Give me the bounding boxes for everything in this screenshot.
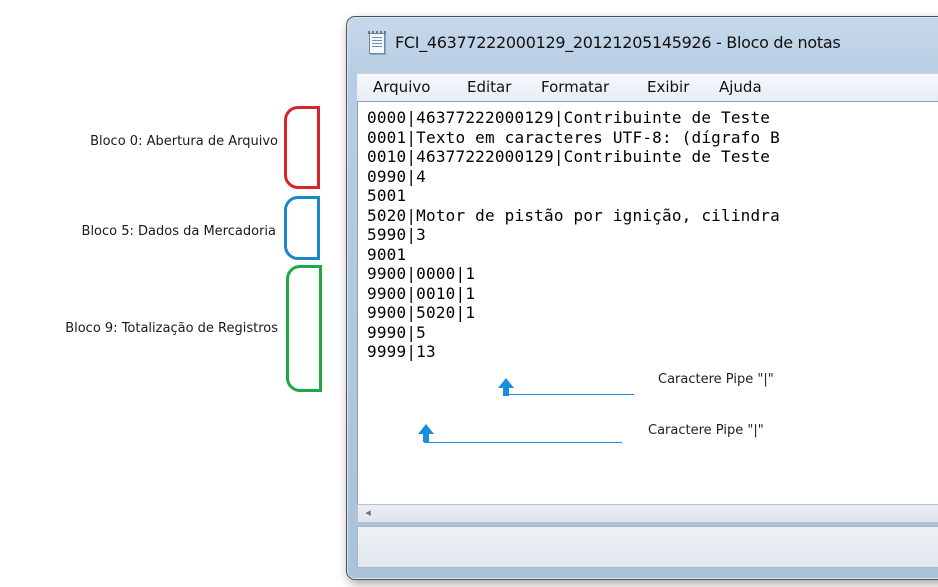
notepad-window: FCI_46377222000129_20121205145926 - Bloc…: [346, 16, 938, 580]
text-line: 0000|46377222000129|Contribuinte de Test…: [367, 108, 771, 127]
pointer-line: [424, 442, 622, 443]
arrow-up-icon: [498, 378, 514, 388]
text-edit-area[interactable]: 0000|46377222000129|Contribuinte de Test…: [357, 101, 938, 505]
text-line: 0010|46377222000129|Contribuinte de Test…: [367, 147, 771, 166]
text-line: 9001: [367, 244, 407, 264]
text-line: 5990|3: [367, 225, 426, 244]
horizontal-scrollbar[interactable]: ◂: [357, 504, 938, 523]
menu-formatar[interactable]: Formatar: [541, 78, 609, 96]
text-line: 0990|4: [367, 166, 426, 186]
arrow-up-icon: [418, 424, 434, 434]
notepad-icon[interactable]: [368, 31, 386, 54]
bloco9-annotation: Bloco 9: Totalização de Registros: [65, 321, 278, 336]
bloco5-bracket: [284, 196, 320, 260]
title-bar[interactable]: FCI_46377222000129_20121205145926 - Bloc…: [347, 17, 938, 67]
pointer-line: [504, 394, 634, 395]
menu-exibir[interactable]: Exibir: [647, 78, 689, 96]
window-title: FCI_46377222000129_20121205145926 - Bloc…: [395, 33, 841, 52]
menu-arquivo[interactable]: Arquivo: [373, 78, 430, 96]
menu-bar: Arquivo Editar Formatar Exibir Ajuda: [357, 73, 938, 101]
pipe-annotation: Caractere Pipe "|": [648, 423, 764, 438]
text-line: 9990|5: [367, 322, 426, 342]
pipe-annotation: Caractere Pipe "|": [658, 372, 774, 387]
text-line: 5020|Motor de pistão por ignição, cilind…: [367, 205, 780, 225]
text-line: 0001|Texto em caracteres UTF-8: (dígrafo…: [367, 127, 780, 147]
scroll-left-icon[interactable]: ◂: [362, 507, 374, 519]
text-line: 5001: [367, 186, 407, 205]
text-line: 9900|0000|1: [367, 264, 476, 283]
text-content: 0000|46377222000129|Contribuinte de Test…: [367, 108, 780, 362]
text-line: 9999|13: [367, 342, 436, 361]
menu-ajuda[interactable]: Ajuda: [719, 78, 762, 96]
menu-editar[interactable]: Editar: [467, 78, 511, 96]
bloco5-annotation: Bloco 5: Dados da Mercadoria: [81, 224, 276, 239]
bloco9-bracket: [286, 265, 322, 392]
text-line: 9900|0010|1: [367, 283, 476, 303]
text-line: 9900|5020|1: [367, 303, 476, 322]
status-bar: [357, 526, 938, 568]
arrow-shaft: [423, 434, 429, 442]
bloco0-bracket: [284, 106, 320, 189]
screenshot-canvas: Bloco 0: Abertura de Arquivo Bloco 5: Da…: [0, 0, 938, 587]
bloco0-annotation: Bloco 0: Abertura de Arquivo: [90, 134, 278, 149]
